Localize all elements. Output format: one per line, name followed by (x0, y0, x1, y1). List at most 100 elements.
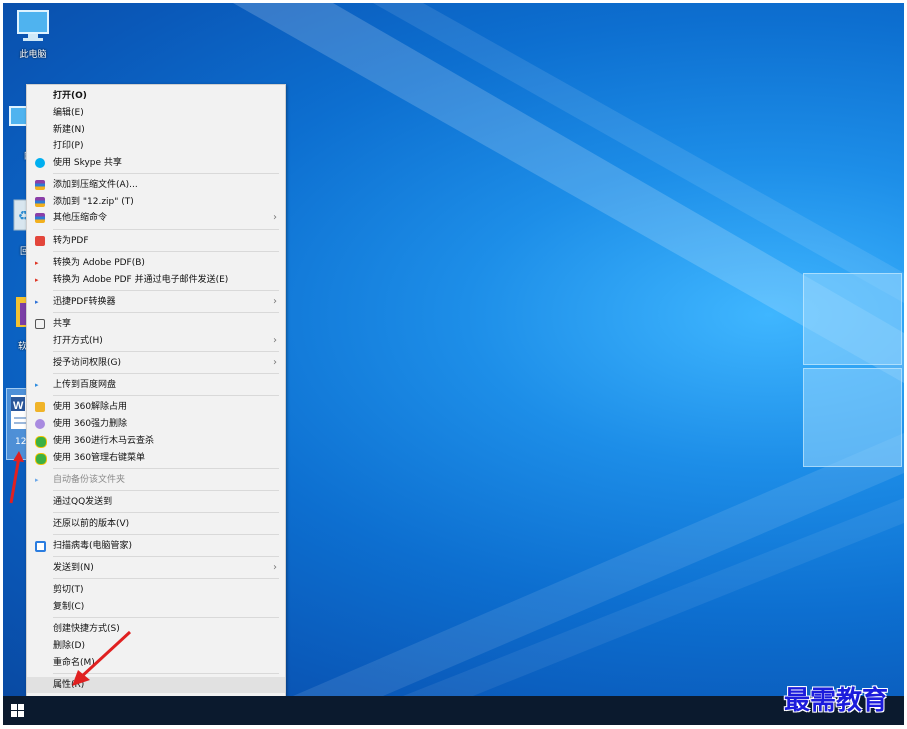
red-arrow-pointer-annotation (72, 630, 132, 686)
chevron-right-icon: › (273, 562, 277, 573)
winrar-icon (35, 180, 45, 190)
chevron-right-icon: › (273, 296, 277, 307)
menu-separator (53, 351, 279, 352)
menu-item-label: 通过QQ发送到 (53, 497, 113, 507)
menu-item-360-force-delete[interactable]: 使用 360强力删除 (27, 416, 285, 432)
menu-item-label: 还原以前的版本(V) (53, 519, 130, 529)
menu-item-adobe-pdf[interactable]: ▸ 转换为 Adobe PDF(B) (27, 255, 285, 271)
menu-item-scan-virus[interactable]: 扫描病毒(电脑管家) (27, 538, 285, 554)
menu-separator (53, 617, 279, 618)
menu-item-baidu-upload[interactable]: ▸ 上传到百度网盘 (27, 377, 285, 393)
360-icon (35, 453, 47, 465)
menu-item-restore-versions[interactable]: 还原以前的版本(V) (27, 516, 285, 532)
watermark-logo: 最需教育 (784, 686, 889, 716)
menu-item-add-archive[interactable]: 添加到压缩文件(A)... (27, 177, 285, 193)
menu-separator (53, 373, 279, 374)
menu-item-label: 扫描病毒(电脑管家) (53, 541, 133, 551)
menu-item-label: 打开(O) (53, 91, 87, 101)
menu-item-label: 使用 360解除占用 (53, 402, 128, 412)
menu-item-delete[interactable]: 删除(D) (27, 638, 285, 654)
adobe-icon: ▸ (35, 259, 39, 267)
menu-item-label: 转换为 Adobe PDF 并通过电子邮件发送(E) (53, 275, 229, 285)
menu-item-360-manage[interactable]: 使用 360管理右键菜单 (27, 450, 285, 466)
menu-item-other-compress[interactable]: 其他压缩命令 › (27, 210, 285, 226)
menu-item-label: 新建(N) (53, 125, 85, 135)
menu-item-label: 复制(C) (53, 602, 85, 612)
menu-item-360-unlock[interactable]: 使用 360解除占用 (27, 399, 285, 415)
menu-item-copy[interactable]: 复制(C) (27, 599, 285, 615)
menu-separator (53, 512, 279, 513)
skype-icon (35, 158, 45, 168)
chevron-right-icon: › (273, 335, 277, 346)
menu-item-auto-backup[interactable]: ▸ 自动备份该文件夹 (27, 472, 285, 488)
360-icon (35, 436, 47, 448)
menu-separator (53, 251, 279, 252)
menu-item-edit[interactable]: 编辑(E) (27, 105, 285, 121)
menu-item-label: 使用 360进行木马云查杀 (53, 436, 155, 446)
delete-icon (35, 419, 45, 429)
menu-separator (53, 173, 279, 174)
menu-item-xunjie-pdf[interactable]: ▸ 迅捷PDF转换器 › (27, 294, 285, 310)
menu-item-share[interactable]: 共享 (27, 316, 285, 332)
menu-item-skype-share[interactable]: 使用 Skype 共享 (27, 155, 285, 171)
menu-item-create-shortcut[interactable]: 创建快捷方式(S) (27, 621, 285, 637)
menu-item-label: 转换为 Adobe PDF(B) (53, 258, 145, 268)
menu-item-label: 共享 (53, 319, 72, 329)
menu-separator (53, 290, 279, 291)
menu-separator (53, 312, 279, 313)
backup-icon: ▸ (35, 476, 39, 484)
start-button-windows-icon[interactable] (11, 704, 24, 717)
xunjie-icon: ▸ (35, 298, 39, 306)
menu-item-rename[interactable]: 重命名(M) (27, 655, 285, 671)
computer-icon (14, 9, 52, 43)
desktop-icon-label: 此电脑 (19, 50, 47, 60)
menu-item-label: 使用 360强力删除 (53, 419, 128, 429)
adobe-icon: ▸ (35, 276, 39, 284)
menu-item-cut[interactable]: 剪切(T) (27, 582, 285, 598)
menu-item-label: 转为PDF (53, 236, 89, 246)
menu-item-label: 上传到百度网盘 (53, 380, 117, 390)
menu-separator (53, 578, 279, 579)
context-menu: 打开(O) 编辑(E) 新建(N) 打印(P) 使用 Skype 共享 添加到压… (26, 84, 286, 700)
svg-text:W: W (13, 400, 24, 412)
menu-item-to-pdf[interactable]: 转为PDF (27, 233, 285, 249)
menu-item-label: 打印(P) (53, 141, 84, 151)
baidu-icon: ▸ (35, 381, 39, 389)
menu-item-add-zip[interactable]: 添加到 "12.zip" (T) (27, 194, 285, 210)
menu-item-new[interactable]: 新建(N) (27, 122, 285, 138)
share-icon (35, 319, 45, 329)
menu-separator (53, 395, 279, 396)
menu-item-open-with[interactable]: 打开方式(H) › (27, 333, 285, 349)
menu-item-label: 迅捷PDF转换器 (53, 297, 116, 307)
windows-logo-wallpaper (803, 265, 904, 470)
pdf-icon (35, 236, 45, 246)
menu-item-send-qq[interactable]: 通过QQ发送到 (27, 494, 285, 510)
menu-item-label: 打开方式(H) (53, 336, 103, 346)
menu-item-label: 编辑(E) (53, 108, 84, 118)
menu-item-label: 剪切(T) (53, 585, 84, 595)
taskbar (3, 696, 904, 725)
chevron-right-icon: › (273, 212, 277, 223)
menu-item-properties[interactable]: 属性(R) (27, 677, 285, 693)
chevron-right-icon: › (273, 357, 277, 368)
desktop-icon-this-pc[interactable]: 此电脑 (3, 9, 63, 60)
menu-item-grant-access[interactable]: 授予访问权限(G) › (27, 355, 285, 371)
menu-separator (53, 556, 279, 557)
winrar-icon (35, 213, 45, 223)
menu-item-label: 添加到 "12.zip" (T) (53, 197, 134, 207)
menu-separator (53, 229, 279, 230)
winrar-icon (35, 197, 45, 207)
menu-item-print[interactable]: 打印(P) (27, 138, 285, 154)
folder-icon (35, 402, 45, 412)
menu-item-360-scan[interactable]: 使用 360进行木马云查杀 (27, 433, 285, 449)
menu-item-open[interactable]: 打开(O) (27, 88, 285, 104)
menu-item-label: 使用 Skype 共享 (53, 158, 122, 168)
menu-item-label: 自动备份该文件夹 (53, 475, 126, 485)
menu-item-label: 其他压缩命令 (53, 213, 108, 223)
menu-item-label: 发送到(N) (53, 563, 94, 573)
menu-item-label: 使用 360管理右键菜单 (53, 453, 146, 463)
menu-item-label: 添加到压缩文件(A)... (53, 180, 138, 190)
menu-separator (53, 490, 279, 491)
menu-item-adobe-pdf-email[interactable]: ▸ 转换为 Adobe PDF 并通过电子邮件发送(E) (27, 272, 285, 288)
menu-item-send-to[interactable]: 发送到(N) › (27, 560, 285, 576)
